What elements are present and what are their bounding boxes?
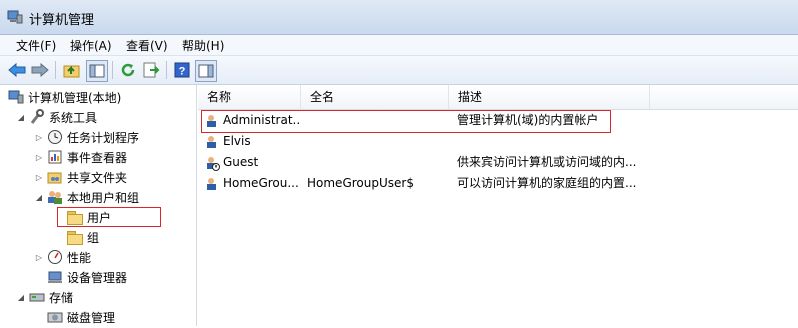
expanded-arrow-icon[interactable]: ◢ xyxy=(16,113,26,122)
column-header-name[interactable]: 名称 xyxy=(198,85,301,109)
collapsed-arrow-icon[interactable]: ▷ xyxy=(34,173,44,182)
up-folder-icon[interactable] xyxy=(62,60,82,80)
menu-action[interactable]: 操作(A) xyxy=(68,37,114,54)
tree-item-shared-folders[interactable]: ▷ 共享文件夹 xyxy=(34,167,127,187)
tree-item-groups[interactable]: 组 xyxy=(67,227,99,247)
user-row-elvis[interactable]: Elvis xyxy=(198,131,798,152)
list-header: 名称 全名 描述 xyxy=(198,85,798,110)
computer-icon xyxy=(8,89,24,105)
tree-item-device-manager[interactable]: 设备管理器 xyxy=(47,267,127,287)
svg-text:?: ? xyxy=(179,66,186,78)
folder-icon xyxy=(67,229,83,245)
tree-item-system-tools[interactable]: ◢ 系统工具 xyxy=(16,107,97,127)
expanded-arrow-icon[interactable]: ◢ xyxy=(34,193,44,202)
toolbar: ? xyxy=(0,56,798,85)
show-hide-tree-icon[interactable] xyxy=(86,60,108,82)
user-row-guest[interactable]: Guest 供来宾访问计算机或访问域的内... xyxy=(198,152,798,173)
collapsed-arrow-icon[interactable]: ▷ xyxy=(34,133,44,142)
refresh-icon[interactable] xyxy=(118,60,138,80)
title-bar: 计算机管理 xyxy=(0,0,798,35)
help-icon[interactable]: ? xyxy=(172,60,192,80)
expanded-arrow-icon[interactable]: ◢ xyxy=(16,293,26,302)
storage-icon xyxy=(29,289,45,305)
disk-icon xyxy=(47,309,63,325)
tools-icon xyxy=(29,109,45,125)
menu-bar: 文件(F) 操作(A) 查看(V) 帮助(H) xyxy=(0,35,798,56)
menu-view[interactable]: 查看(V) xyxy=(124,37,170,54)
back-arrow-icon[interactable] xyxy=(7,60,27,80)
collapsed-arrow-icon[interactable]: ▷ xyxy=(34,253,44,262)
column-header-description[interactable]: 描述 xyxy=(449,85,650,109)
window-title: 计算机管理 xyxy=(29,13,95,28)
shared-folder-icon xyxy=(47,169,63,185)
navigation-tree: 计算机管理(本地) ◢ 系统工具 ▷ 任务计划程序 ▷ 事件查看器 ▷ 共享文件… xyxy=(0,85,197,326)
properties-pane-icon[interactable] xyxy=(195,60,217,82)
tree-item-task-scheduler[interactable]: ▷ 任务计划程序 xyxy=(34,127,139,147)
tree-item-local-users-groups[interactable]: ◢ 本地用户和组 xyxy=(34,187,139,207)
performance-gauge-icon xyxy=(47,249,63,265)
computer-management-icon xyxy=(7,10,23,24)
user-row-homegroupuser[interactable]: HomeGrou... HomeGroupUser$ 可以访问计算机的家庭组的内… xyxy=(198,173,798,194)
tree-item-storage[interactable]: ◢ 存储 xyxy=(16,287,73,307)
forward-arrow-icon[interactable] xyxy=(30,60,50,80)
user-icon xyxy=(204,134,220,153)
user-icon xyxy=(204,176,220,195)
tree-item-disk-management[interactable]: 磁盘管理 xyxy=(47,307,115,327)
disabled-user-icon xyxy=(204,155,220,174)
user-list: 名称 全名 描述 Administrat... 管理计算机(域)的内置帐户 El… xyxy=(198,85,798,326)
clock-icon xyxy=(47,129,63,145)
column-header-fullname[interactable]: 全名 xyxy=(301,85,449,109)
device-manager-icon xyxy=(47,269,63,285)
highlight-users-node xyxy=(57,207,161,227)
users-group-icon xyxy=(47,189,63,205)
tree-item-performance[interactable]: ▷ 性能 xyxy=(34,247,91,267)
tree-item-computer-management[interactable]: 计算机管理(本地) xyxy=(8,87,121,107)
menu-file[interactable]: 文件(F) xyxy=(14,37,58,54)
export-list-icon[interactable] xyxy=(141,60,161,80)
highlight-administrator-row xyxy=(201,110,611,133)
event-log-icon xyxy=(47,149,63,165)
collapsed-arrow-icon[interactable]: ▷ xyxy=(34,153,44,162)
tree-item-event-viewer[interactable]: ▷ 事件查看器 xyxy=(34,147,127,167)
menu-help[interactable]: 帮助(H) xyxy=(180,37,226,54)
